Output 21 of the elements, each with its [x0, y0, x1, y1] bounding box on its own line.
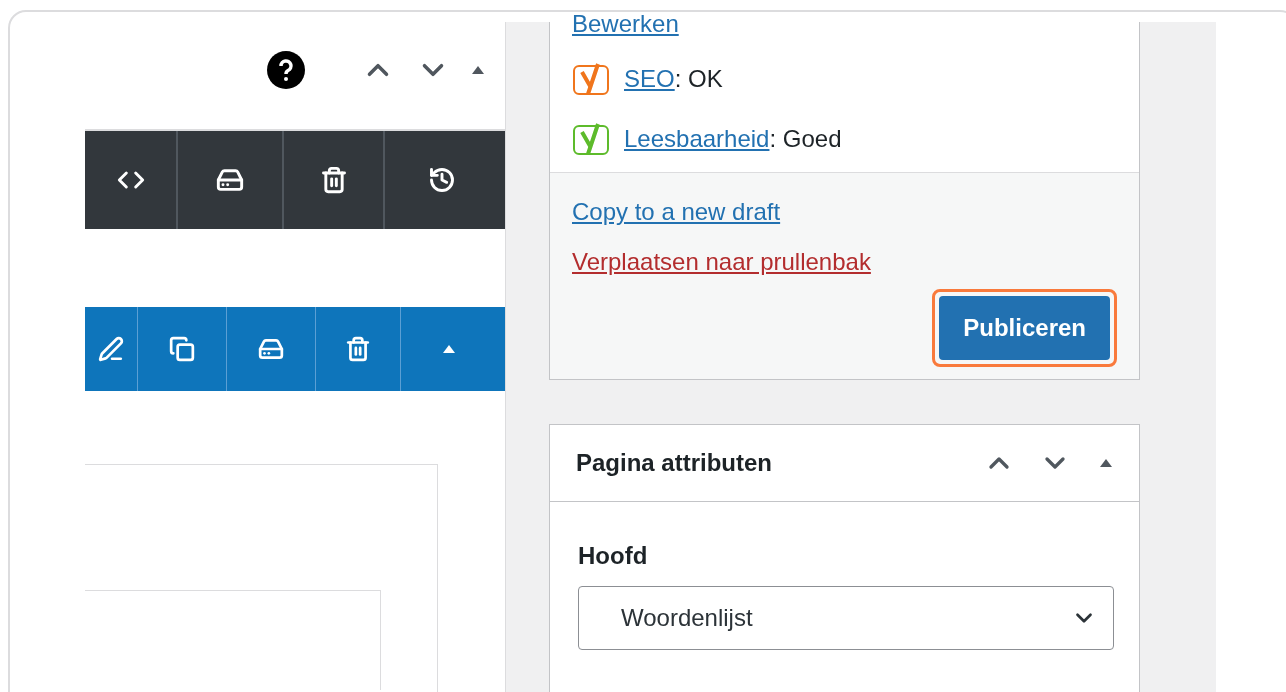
trash-icon — [319, 166, 348, 194]
collapse-icon[interactable] — [1099, 458, 1113, 468]
collapse-icon[interactable] — [471, 65, 485, 76]
trash-icon — [345, 335, 371, 362]
score-link[interactable]: Leesbaarheid — [624, 125, 770, 153]
publish-button[interactable]: Publiceren — [939, 296, 1110, 360]
edit-link[interactable]: Bewerken — [572, 12, 1117, 38]
box-title: Pagina attributen — [576, 448, 774, 478]
pen-icon — [98, 335, 124, 362]
trash-link[interactable]: Verplaatsen naar prullenbak — [572, 247, 871, 277]
copy-icon — [169, 335, 195, 362]
copy-draft-link[interactable]: Copy to a new draft — [572, 197, 781, 227]
parent-select[interactable]: Woordenlijst — [578, 586, 1114, 650]
score-value: : OK — [674, 65, 723, 93]
help-icon[interactable] — [267, 51, 305, 90]
score-link[interactable]: SEO — [624, 65, 675, 93]
score-value: : Goed — [769, 125, 842, 153]
field-label: Hoofd — [578, 541, 649, 571]
drive-icon — [216, 166, 244, 194]
collapse-icon[interactable] — [442, 343, 456, 354]
history-icon — [428, 166, 456, 194]
